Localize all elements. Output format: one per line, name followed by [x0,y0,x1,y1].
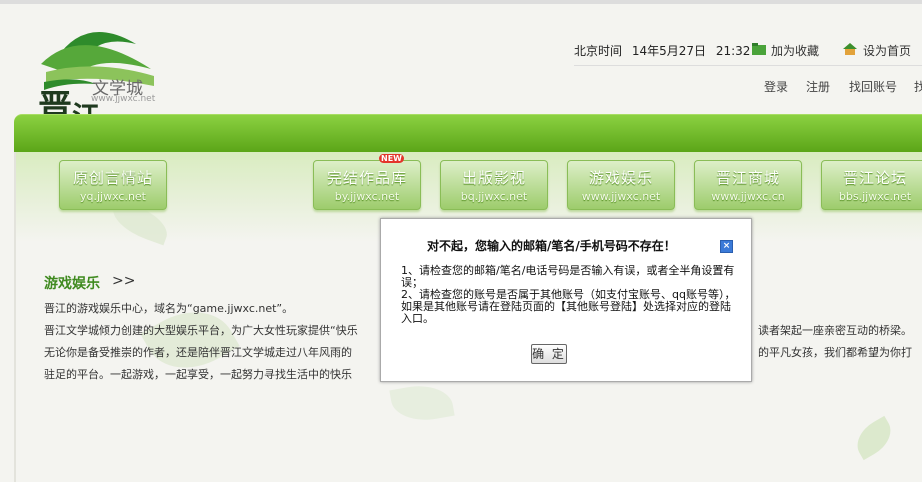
leaf-decoration [849,415,899,461]
logo-url: www.jjwxc.net [91,94,156,104]
error-dialog: 对不起，您输入的邮箱/笔名/手机号码不存在！ × 1、请检查您的邮箱/笔名/电话… [380,218,752,382]
beijing-time: 北京时间 14年5月27日 21:32 [574,42,756,59]
home-icon [843,43,857,55]
login-link[interactable]: 登录 [764,78,788,95]
section-line-tail: 的平凡女孩，我们都希望为你打 [758,346,912,359]
set-homepage-link[interactable]: 设为首页 [863,42,911,59]
site-url: bbs.jjwxc.net [838,190,912,203]
site-title: 晋江论坛 [842,169,907,187]
section-line-tail: 读者架起一座亲密互动的桥梁。 [758,324,912,337]
green-banner [14,114,922,153]
jjwxc-logo[interactable]: 晋 江 [36,14,166,133]
top-border [0,0,922,4]
date-value: 14年5月27日 [631,44,707,58]
site-url: bq.jjwxc.net [460,190,528,203]
close-icon[interactable]: × [720,240,733,253]
section-line: 晋江文学城倾力创建的大型娱乐平台，为广大女性玩家提供“快乐 [44,324,358,337]
dialog-item: 2、请检查您的账号是否属于其他账号（如支付宝账号、qq账号等），如果是其他账号请… [401,288,736,325]
register-link[interactable]: 注册 [806,78,830,95]
recover-account-link[interactable]: 找回账号 [849,78,897,95]
header-divider [574,65,922,66]
site-button-bq[interactable]: 出版影视 bq.jjwxc.net [440,160,548,210]
site-url: www.jjwxc.cn [711,190,785,203]
site-url: yq.jjwxc.net [79,190,146,203]
book-leaf-logo-icon: 晋 江 [38,31,154,133]
new-badge: NEW [379,154,404,163]
site-title: 完结作品库 [326,169,407,187]
site-button-game[interactable]: 游戏娱乐 www.jjwxc.net [567,160,675,210]
confirm-button[interactable]: 确 定 [531,344,567,364]
site-button-yq[interactable]: 原创言情站 yq.jjwxc.net [59,160,167,210]
site-title: 出版影视 [461,169,526,187]
time-label: 北京时间 [574,44,623,58]
section-line: 晋江的游戏娱乐中心，域名为“game.jjwxc.net”。 [44,302,294,315]
site-button-bbs[interactable]: 晋江论坛 bbs.jjwxc.net [821,160,922,210]
leaf-decoration [389,380,455,426]
folder-icon [752,43,766,55]
section-arrow[interactable]: >> [112,273,135,289]
content-left-border [14,152,16,482]
site-title: 游戏娱乐 [588,169,653,187]
nav-link-partial[interactable]: 找 [914,78,922,95]
section-line: 驻足的平台。一起游戏，一起享受，一起努力寻找生活中的快乐 [44,368,352,381]
site-title: 晋江商城 [715,169,780,187]
site-button-by[interactable]: NEW 完结作品库 by.jjwxc.net [313,154,421,210]
dialog-title: 对不起，您输入的邮箱/笔名/手机号码不存在！ [427,239,676,253]
bookmark-link[interactable]: 加为收藏 [771,42,819,59]
time-value: 21:32 [715,44,751,58]
dialog-body: 1、请检查您的邮箱/笔名/电话号码是否输入有误，或者全半角设置有误； 2、请检查… [401,265,736,325]
site-title: 原创言情站 [72,169,153,187]
section-title[interactable]: 游戏娱乐 [44,273,100,293]
site-url: by.jjwxc.net [334,190,400,203]
site-url: www.jjwxc.net [581,190,661,203]
section-line: 无论你是备受推崇的作者，还是陪伴晋江文学城走过八年风雨的 [44,346,352,359]
site-button-shop[interactable]: 晋江商城 www.jjwxc.cn [694,160,802,210]
dialog-item: 1、请检查您的邮箱/笔名/电话号码是否输入有误，或者全半角设置有误； [401,264,735,289]
